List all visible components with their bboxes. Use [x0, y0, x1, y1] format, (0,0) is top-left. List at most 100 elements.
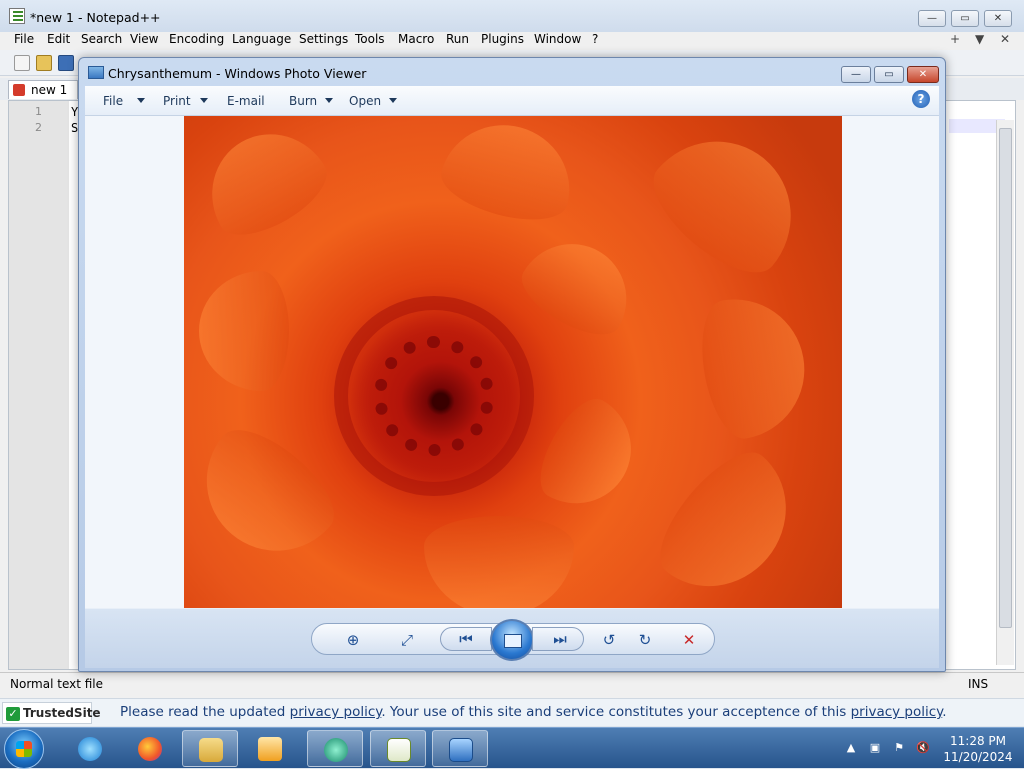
- taskbar: ▲ ▣ ⚑ 🔇 11:28 PM 11/20/2024: [0, 727, 1024, 769]
- internet-explorer-icon: [78, 737, 102, 761]
- cmd-email[interactable]: E-mail: [227, 94, 265, 108]
- start-button[interactable]: [4, 729, 44, 769]
- menu-help[interactable]: ?: [592, 32, 598, 46]
- photo-viewer-icon: [449, 738, 473, 762]
- next-icon: ⏭: [553, 630, 567, 648]
- network-icon[interactable]: ▣: [868, 741, 882, 755]
- photo-viewer-command-bar: File Print E-mail Burn Open ?: [85, 86, 939, 116]
- notepadpp-icon: [387, 738, 411, 762]
- chrysanthemum-photo: [184, 116, 842, 608]
- menu-encoding[interactable]: Encoding: [169, 32, 224, 46]
- photo-viewer-close-button[interactable]: ✕: [907, 66, 939, 83]
- cmd-open[interactable]: Open: [349, 94, 381, 108]
- notepadpp-statusbar: Normal text file INS: [0, 672, 1024, 696]
- menu-macro[interactable]: Macro: [398, 32, 434, 46]
- previous-icon: ⏮: [459, 630, 473, 648]
- unsaved-file-icon: [13, 84, 25, 96]
- chevron-down-icon[interactable]: [137, 98, 145, 103]
- editor-vertical-scrollbar[interactable]: [996, 120, 1014, 665]
- photo-viewer-app-icon: [88, 66, 104, 79]
- photo-viewer-maximize-button[interactable]: ▭: [874, 66, 904, 83]
- taskbar-internet-explorer[interactable]: [62, 730, 118, 767]
- status-file-type: Normal text file: [10, 677, 104, 691]
- volume-muted-icon[interactable]: 🔇: [916, 741, 930, 755]
- trustedsite-badge[interactable]: ✓ TrustedSite: [2, 702, 101, 724]
- cmd-file[interactable]: File: [103, 94, 123, 108]
- photo-viewer-title: Chrysanthemum - Windows Photo Viewer: [108, 66, 367, 81]
- menu-file[interactable]: File: [14, 32, 34, 46]
- new-file-icon[interactable]: [14, 55, 30, 71]
- taskbar-firefox[interactable]: [122, 730, 178, 767]
- media-center-icon: [324, 738, 348, 762]
- status-insert-mode: INS: [968, 677, 989, 691]
- taskbar-explorer[interactable]: [182, 730, 238, 767]
- tab-new-1[interactable]: new 1: [8, 80, 78, 99]
- clock-date: 11/20/2024: [943, 750, 1013, 764]
- chevron-down-icon[interactable]: [389, 98, 397, 103]
- previous-button[interactable]: ⏮: [440, 627, 492, 651]
- line-number: 1: [35, 105, 42, 118]
- flower-petal: [184, 412, 350, 580]
- help-icon[interactable]: ?: [912, 90, 930, 108]
- notepadpp-menubar: File Edit Search View Encoding Language …: [0, 31, 1024, 49]
- privacy-banner: ✓ TrustedSite Please read the updated pr…: [0, 698, 1024, 726]
- rotate-counterclockwise-icon[interactable]: ↺: [596, 630, 622, 650]
- action-center-flag-icon[interactable]: ⚑: [892, 741, 906, 755]
- scrollbar-thumb[interactable]: [999, 128, 1012, 628]
- open-file-icon[interactable]: [36, 55, 52, 71]
- privacy-policy-link[interactable]: privacy policy: [290, 704, 382, 720]
- menu-window[interactable]: Window: [534, 32, 581, 46]
- flower-petal: [636, 116, 822, 292]
- tab-label: new 1: [31, 83, 68, 97]
- clock[interactable]: 11:28 PM 11/20/2024: [938, 733, 1018, 765]
- privacy-policy-link[interactable]: privacy policy: [851, 704, 943, 720]
- menu-settings[interactable]: Settings: [299, 32, 348, 46]
- taskbar-notepadpp[interactable]: [370, 730, 426, 767]
- photo-viewer-canvas: [85, 116, 939, 608]
- photo-viewer-minimize-button[interactable]: —: [841, 66, 871, 83]
- cmd-burn[interactable]: Burn: [289, 94, 317, 108]
- zoom-icon[interactable]: ⊕: [338, 630, 368, 650]
- photo-viewer-titlebar[interactable]: Chrysanthemum - Windows Photo Viewer — ▭…: [79, 58, 945, 86]
- flower-ring: [374, 336, 494, 456]
- cmd-print[interactable]: Print: [163, 94, 191, 108]
- privacy-text: Please read the updated: [120, 704, 290, 720]
- slide-show-button[interactable]: [490, 619, 534, 661]
- show-hidden-icons-chevron-icon[interactable]: ▲: [844, 741, 858, 755]
- folder-icon: [199, 738, 223, 762]
- menu-edit[interactable]: Edit: [47, 32, 70, 46]
- notepadpp-close-button[interactable]: ✕: [984, 10, 1012, 27]
- flower-petal: [511, 223, 647, 349]
- actual-size-icon[interactable]: ⤢: [394, 630, 420, 650]
- notepadpp-maximize-button[interactable]: ▭: [951, 10, 979, 27]
- trustedsite-label: TrustedSite: [23, 706, 101, 720]
- notepadpp-app-icon: [9, 8, 25, 24]
- taskbar-media-player[interactable]: [242, 730, 298, 767]
- save-icon[interactable]: [58, 55, 74, 71]
- notepadpp-title: *new 1 - Notepad++: [30, 10, 161, 25]
- flower-petal: [526, 388, 652, 524]
- notepadpp-minimize-button[interactable]: —: [918, 10, 946, 27]
- new-tab-plus-icon[interactable]: +: [950, 32, 960, 46]
- menu-plugins[interactable]: Plugins: [481, 32, 524, 46]
- rotate-clockwise-icon[interactable]: ↻: [632, 630, 658, 650]
- tab-list-down-icon[interactable]: ▼: [975, 32, 984, 46]
- menu-tools[interactable]: Tools: [355, 32, 385, 46]
- close-doc-icon[interactable]: ✕: [1000, 32, 1010, 46]
- chevron-down-icon[interactable]: [325, 98, 333, 103]
- menu-search[interactable]: Search: [81, 32, 122, 46]
- menu-view[interactable]: View: [130, 32, 158, 46]
- menu-language[interactable]: Language: [232, 32, 291, 46]
- taskbar-photo-viewer[interactable]: [432, 730, 488, 767]
- photo-viewer-window: Chrysanthemum - Windows Photo Viewer — ▭…: [78, 57, 946, 672]
- flower-petal: [199, 271, 289, 391]
- chevron-down-icon[interactable]: [200, 98, 208, 103]
- taskbar-media-center[interactable]: [307, 730, 363, 767]
- media-player-icon: [258, 737, 282, 761]
- flower-petal: [424, 516, 574, 608]
- delete-icon[interactable]: ✕: [676, 630, 702, 650]
- menu-run[interactable]: Run: [446, 32, 469, 46]
- next-button[interactable]: ⏭: [532, 627, 584, 651]
- firefox-icon: [138, 737, 162, 761]
- photo-viewer-navigation-bar: ⊕ ⤢ ⏮ ⏭ ↺ ↻ ✕: [85, 608, 939, 668]
